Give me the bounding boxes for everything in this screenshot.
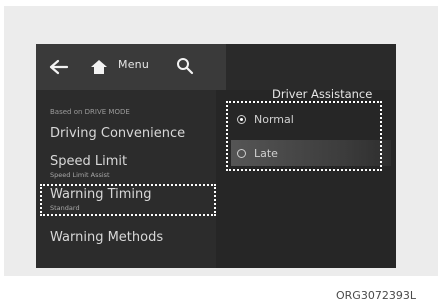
home-icon[interactable] (88, 56, 110, 78)
top-bar: Menu (36, 44, 396, 90)
warning-timing-highlight (40, 184, 216, 216)
timing-options-highlight (226, 101, 382, 171)
figure-code: ORG3072393L (336, 289, 416, 302)
back-arrow-icon[interactable] (48, 56, 70, 78)
menu-item-speed-limit-sub: Speed Limit Assist (50, 171, 110, 179)
menu-caption: Based on DRIVE MODE (50, 108, 130, 116)
menu-button[interactable]: Menu (118, 58, 149, 71)
menu-item-driving-convenience[interactable]: Driving Convenience (50, 126, 185, 141)
menu-item-warning-methods[interactable]: Warning Methods (50, 230, 163, 245)
menu-item-speed-limit[interactable]: Speed Limit (50, 154, 127, 169)
figure-frame: Menu Based on DRIVE MODE Driving Conveni… (0, 0, 442, 306)
panel-title: Driver Assistance (272, 87, 373, 101)
search-icon[interactable] (174, 55, 196, 77)
top-bar-right-area (226, 44, 396, 90)
